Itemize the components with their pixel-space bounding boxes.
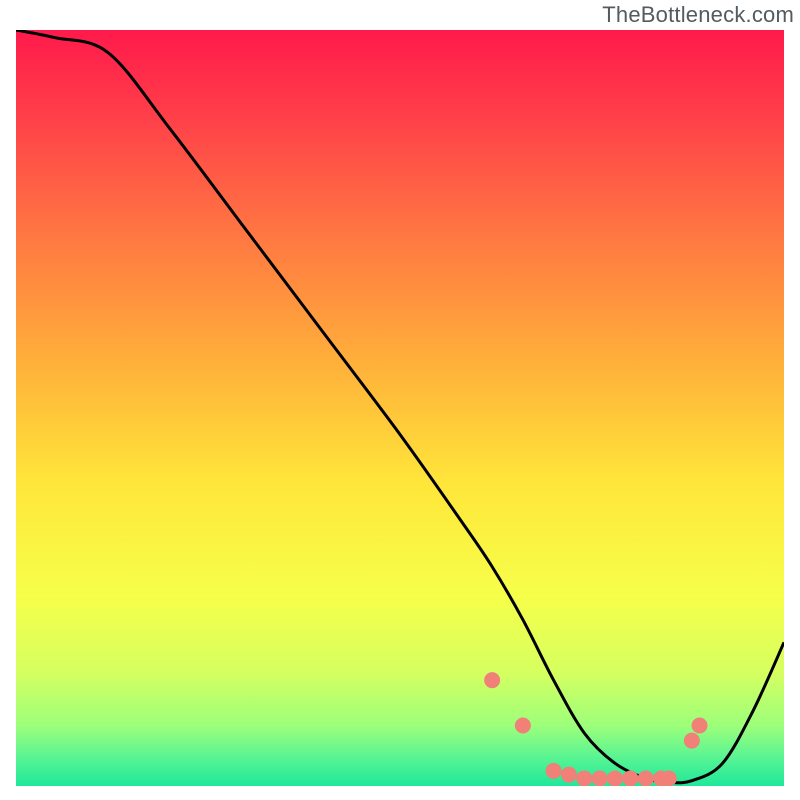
marker-dot xyxy=(638,770,654,786)
marker-dot xyxy=(484,672,500,688)
marker-dot xyxy=(515,718,531,734)
marker-dot xyxy=(592,770,608,786)
plot-area xyxy=(16,30,784,786)
marker-dot xyxy=(561,767,577,783)
marker-dot xyxy=(622,770,638,786)
marker-dot xyxy=(576,770,592,786)
marker-dot xyxy=(661,770,677,786)
marker-dot xyxy=(684,733,700,749)
chart-frame: TheBottleneck.com xyxy=(0,0,800,800)
gradient-background xyxy=(16,30,784,786)
chart-svg xyxy=(16,30,784,786)
marker-dot xyxy=(546,763,562,779)
watermark-text: TheBottleneck.com xyxy=(602,2,794,28)
marker-dot xyxy=(607,770,623,786)
marker-dot xyxy=(692,718,708,734)
